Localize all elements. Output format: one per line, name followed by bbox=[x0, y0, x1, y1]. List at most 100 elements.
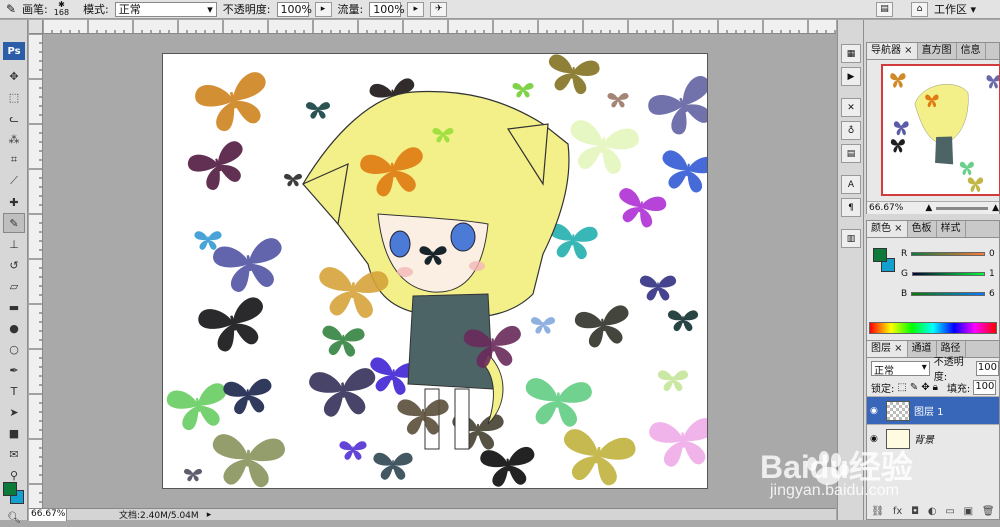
blue-slider[interactable] bbox=[911, 292, 985, 296]
brush-tool-icon[interactable]: ✎ bbox=[6, 2, 16, 16]
chevron-down-icon: ▾ bbox=[921, 361, 927, 373]
slice-icon[interactable]: ⟋ bbox=[3, 171, 25, 191]
lock-pixels-icon[interactable]: ✎ bbox=[910, 382, 918, 393]
brush-label: 画笔: bbox=[22, 3, 48, 16]
tab-color[interactable]: 颜色 × bbox=[867, 221, 908, 237]
foreground-color-swatch[interactable] bbox=[3, 482, 17, 496]
brush-icon[interactable]: ✎ bbox=[3, 213, 25, 233]
move-icon[interactable]: ✥ bbox=[3, 66, 25, 86]
airbrush-icon[interactable]: ✈ bbox=[430, 1, 448, 17]
brushes-panel-icon[interactable]: ▦ bbox=[841, 44, 861, 63]
status-bar: 66.67% 文档:2.40M/5.04M ▸ bbox=[29, 508, 836, 521]
status-menu-arrow[interactable]: ▸ bbox=[207, 510, 212, 520]
blue-value[interactable]: 6 bbox=[989, 289, 999, 299]
healing-icon[interactable]: ✚ bbox=[3, 192, 25, 212]
workspace-label: 工作区 bbox=[933, 3, 967, 16]
magic-wand-icon[interactable]: ⁂ bbox=[3, 129, 25, 149]
marquee-icon[interactable]: ⬚ bbox=[3, 87, 25, 107]
green-channel-row: G 1 bbox=[899, 264, 999, 284]
navigator-zoom-slider[interactable] bbox=[936, 206, 989, 210]
green-value[interactable]: 1 bbox=[989, 269, 999, 279]
dodge-icon[interactable]: ○ bbox=[3, 339, 25, 359]
image-canvas[interactable] bbox=[162, 53, 708, 489]
layer-comps-panel-icon[interactable]: ▥ bbox=[841, 229, 861, 248]
mode-value: 正常 bbox=[118, 2, 141, 16]
toolbox: Ps ✥ ⬚ ᓚ ⁂ ⌗ ⟋ ✚ ✎ ⊥ ↺ ▱ ▬ ● ○ ✒ T ➤ ■ ✉… bbox=[0, 20, 28, 524]
visibility-eye-icon[interactable]: ◉ bbox=[870, 406, 882, 416]
navigator-panel: 导航器 × 直方图 信息 66.67% ▲ ▲ bbox=[866, 42, 1000, 214]
flow-input[interactable]: 100% bbox=[369, 1, 405, 17]
layer-thumbnail bbox=[886, 400, 910, 421]
color-spectrum-bar[interactable] bbox=[869, 322, 997, 334]
chevron-down-icon: ▾ bbox=[207, 2, 213, 16]
lasso-icon[interactable]: ᓚ bbox=[3, 108, 25, 128]
tab-layers[interactable]: 图层 × bbox=[867, 341, 908, 357]
workspace-menu[interactable]: 工作区 ▾ bbox=[934, 1, 976, 17]
artwork bbox=[165, 54, 707, 488]
layer-opacity-input[interactable]: 100 bbox=[975, 360, 999, 376]
navigator-zoom-value[interactable]: 66.67% bbox=[869, 203, 903, 213]
tab-channels[interactable]: 通道 bbox=[908, 341, 937, 357]
tab-styles[interactable]: 样式 bbox=[937, 221, 966, 237]
fill-label: 填充: bbox=[946, 383, 971, 395]
document-icon[interactable]: ▤ bbox=[875, 1, 893, 17]
zoom-out-icon[interactable]: ▲ bbox=[925, 203, 932, 213]
blue-label: B bbox=[901, 289, 908, 299]
vertical-ruler[interactable] bbox=[29, 34, 43, 508]
red-slider[interactable] bbox=[911, 252, 985, 256]
clone-source-panel-icon[interactable]: ♁ bbox=[841, 121, 861, 140]
tab-color-label: 颜色 bbox=[871, 223, 891, 234]
flow-slider-button[interactable]: ▸ bbox=[407, 1, 425, 17]
tab-histogram[interactable]: 直方图 bbox=[918, 43, 957, 59]
path-select-icon[interactable]: ➤ bbox=[3, 402, 25, 422]
brush-size-picker[interactable]: ✱ 168 bbox=[54, 1, 69, 17]
opacity-slider-button[interactable]: ▸ bbox=[314, 1, 332, 17]
blend-mode-select[interactable]: 正常 ▾ bbox=[871, 360, 930, 377]
tab-info[interactable]: 信息 bbox=[957, 43, 986, 59]
ps-logo: Ps bbox=[3, 42, 25, 60]
opacity-input[interactable]: 100% bbox=[276, 1, 312, 17]
lock-label: 锁定: bbox=[871, 383, 895, 395]
crop-icon[interactable]: ⌗ bbox=[3, 150, 25, 170]
lock-position-icon[interactable]: ✥ bbox=[921, 382, 929, 393]
layer-name[interactable]: 图层 1 bbox=[914, 403, 944, 418]
character-panel-icon[interactable]: A bbox=[841, 175, 861, 194]
gradient-icon[interactable]: ▬ bbox=[3, 297, 25, 317]
zoom-in-icon[interactable]: ▲ bbox=[992, 203, 999, 213]
color-panel: 颜色 × 色板 样式 R 0 G 1 B 6 bbox=[866, 220, 1000, 348]
notes-icon[interactable]: ✉ bbox=[3, 444, 25, 464]
zoom-icon[interactable]: 🔍︎ bbox=[3, 507, 25, 527]
actions-panel-icon[interactable]: ▶ bbox=[841, 67, 861, 86]
navigator-thumbnail[interactable] bbox=[881, 64, 1000, 196]
eraser-icon[interactable]: ▱ bbox=[3, 276, 25, 296]
lock-all-icon[interactable]: 🔒︎ bbox=[933, 382, 938, 393]
layer-row-layer1[interactable]: ◉ 图层 1 bbox=[867, 396, 999, 424]
lock-transparency-icon[interactable]: ⬚ bbox=[897, 382, 906, 393]
shape-icon[interactable]: ■ bbox=[3, 423, 25, 443]
navigator-tabs: 导航器 × 直方图 信息 bbox=[867, 43, 999, 60]
color-tabs: 颜色 × 色板 样式 bbox=[867, 221, 999, 238]
bridge-icon[interactable]: ⌂ bbox=[910, 1, 928, 17]
green-slider[interactable] bbox=[911, 272, 985, 276]
history-panel-icon[interactable]: ▤ bbox=[841, 144, 861, 163]
status-zoom-input[interactable]: 66.67% bbox=[29, 508, 67, 521]
navigator-zoom-bar: 66.67% ▲ ▲ bbox=[867, 201, 999, 214]
tab-swatches[interactable]: 色板 bbox=[908, 221, 937, 237]
tool-presets-panel-icon[interactable]: ✕ bbox=[841, 98, 861, 117]
tab-navigator[interactable]: 导航器 × bbox=[867, 43, 918, 59]
red-value[interactable]: 0 bbox=[989, 249, 999, 259]
mode-select[interactable]: 正常 ▾ bbox=[114, 1, 217, 17]
color-panel-fg-swatch[interactable] bbox=[873, 248, 887, 262]
blur-icon[interactable]: ● bbox=[3, 318, 25, 338]
ruler-corner bbox=[29, 20, 43, 34]
layer-opacity-label: 不透明度: bbox=[933, 357, 964, 383]
history-brush-icon[interactable]: ↺ bbox=[3, 255, 25, 275]
red-label: R bbox=[901, 249, 908, 259]
fill-input[interactable]: 100 bbox=[973, 379, 997, 395]
paragraph-panel-icon[interactable]: ¶ bbox=[841, 198, 861, 217]
opacity-label: 不透明度: bbox=[222, 3, 271, 16]
type-icon[interactable]: T bbox=[3, 381, 25, 401]
horizontal-ruler[interactable] bbox=[43, 20, 836, 34]
pen-icon[interactable]: ✒ bbox=[3, 360, 25, 380]
stamp-icon[interactable]: ⊥ bbox=[3, 234, 25, 254]
